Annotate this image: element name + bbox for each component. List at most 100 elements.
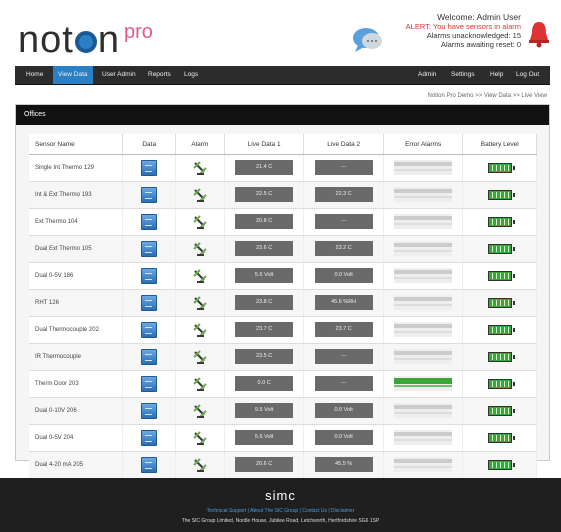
sensor-name[interactable]: Int & Ext Thermo 193: [29, 181, 124, 209]
live-data-2-cell: 0.0 Volt: [303, 397, 384, 425]
battery-icon: [487, 405, 515, 416]
sensor-name[interactable]: Dual Ext Thermo 105: [29, 235, 124, 263]
sensor-name[interactable]: RHT 126: [29, 289, 124, 317]
sensor-name[interactable]: IR Thermocouple: [29, 343, 124, 371]
alarm-cell: [175, 262, 225, 290]
live-data-2-cell: ---: [303, 370, 384, 398]
live-data-2-cell: ---: [303, 154, 384, 182]
live-data-2-value: ---: [314, 160, 373, 176]
live-data-2-value: 23.7 C: [314, 322, 373, 338]
battery-icon: [487, 216, 515, 227]
satellite-antenna-icon[interactable]: [192, 241, 208, 257]
header-data: Data: [122, 134, 176, 155]
live-data-1-cell: 20.8 C: [224, 208, 305, 236]
table-row: Dual Ext Thermo 105 23.6 C 23.2 C: [29, 235, 537, 263]
battery-icon: [487, 351, 515, 362]
chart-icon[interactable]: [141, 402, 158, 419]
chart-icon[interactable]: [141, 213, 158, 230]
header-sensor-name[interactable]: Sensor Name: [29, 134, 124, 155]
satellite-antenna-icon[interactable]: [192, 430, 208, 446]
live-data-1-cell: 9.5 Volt: [224, 397, 305, 425]
chart-icon[interactable]: [141, 348, 158, 365]
notion-pro-logo[interactable]: not n pro: [18, 12, 153, 60]
satellite-antenna-icon[interactable]: [192, 295, 208, 311]
nav-view-data[interactable]: View Data: [53, 66, 93, 84]
nav-admin[interactable]: Admin: [413, 66, 441, 84]
header-alarm: Alarm: [175, 134, 225, 155]
live-data-1-cell: 23.6 C: [224, 235, 305, 263]
sensor-name[interactable]: Therm Door 203: [29, 370, 124, 398]
live-data-1-value: 23.8 C: [235, 295, 294, 311]
sensor-name[interactable]: Dual Thermocouple 202: [29, 316, 124, 344]
live-data-2-cell: 23.2 C: [303, 235, 384, 263]
alarm-bell-icon[interactable]: [527, 20, 551, 48]
satellite-antenna-icon[interactable]: [192, 268, 208, 284]
table-row: Single Int Thermo 129 21.4 C ---: [29, 154, 537, 182]
satellite-antenna-icon[interactable]: [192, 457, 208, 473]
alert-text[interactable]: ALERT: You have sensors in alarm: [351, 22, 521, 31]
sensor-name[interactable]: Dual 0-10V 206: [29, 397, 124, 425]
live-data-2-value: ---: [314, 376, 373, 392]
satellite-antenna-icon[interactable]: [192, 403, 208, 419]
chart-icon[interactable]: [141, 321, 158, 338]
live-data-2-cell: 45.5 %: [303, 451, 384, 479]
alarms-awaiting-reset: Alarms awaiting reset: 0: [440, 40, 521, 49]
satellite-antenna-icon[interactable]: [192, 349, 208, 365]
sensor-name[interactable]: Dual 0-5V 204: [29, 424, 124, 452]
nav-settings[interactable]: Settings: [446, 66, 480, 84]
footer-links[interactable]: Technical Support | About The SIC Group …: [0, 508, 561, 514]
satellite-antenna-icon[interactable]: [192, 187, 208, 203]
chart-icon[interactable]: [141, 456, 158, 473]
chart-icon[interactable]: [141, 159, 158, 176]
satellite-antenna-icon[interactable]: [192, 322, 208, 338]
data-cell: [122, 235, 176, 263]
battery-cell: [462, 316, 537, 344]
nav-logs[interactable]: Logs: [179, 66, 203, 84]
sensor-name[interactable]: Ext Thermo 104: [29, 208, 124, 236]
nav-log-out[interactable]: Log Out: [511, 66, 544, 84]
satellite-antenna-icon[interactable]: [192, 214, 208, 230]
header-error-alarms: Error Alarms: [383, 134, 464, 155]
live-data-1-value: 22.5 C: [235, 187, 294, 203]
table-row: Int & Ext Thermo 193 22.5 C 22.3 C: [29, 181, 537, 209]
nav-help[interactable]: Help: [485, 66, 508, 84]
alarm-cell: [175, 181, 225, 209]
error-alarms-cell: [383, 181, 464, 209]
table-row: Dual 0-10V 206 9.5 Volt 0.0 Volt: [29, 397, 537, 425]
sensor-name[interactable]: Dual 0-5V 186: [29, 262, 124, 290]
chart-icon[interactable]: [141, 375, 158, 392]
satellite-antenna-icon[interactable]: [192, 376, 208, 392]
chart-icon[interactable]: [141, 240, 158, 257]
sensor-name[interactable]: Single Int Thermo 129: [29, 154, 124, 182]
breadcrumb[interactable]: Notion Pro Demo >> View Data >> Live Vie…: [427, 93, 547, 99]
alarm-cell: [175, 370, 225, 398]
chart-icon[interactable]: [141, 294, 158, 311]
alarm-cell: [175, 235, 225, 263]
live-data-2-value: 0.0 Volt: [314, 430, 373, 446]
error-alarms-cell: [383, 343, 464, 371]
footer: simc Technical Support | About The SIC G…: [0, 478, 561, 532]
battery-cell: [462, 397, 537, 425]
error-alarm-indicator: [394, 430, 453, 446]
live-data-1-cell: 0.0 C: [224, 370, 305, 398]
chart-icon[interactable]: [141, 429, 158, 446]
nav-user-admin[interactable]: User Admin: [97, 66, 141, 84]
error-alarm-indicator: [394, 349, 453, 365]
nav-home[interactable]: Home: [21, 66, 48, 84]
battery-icon: [487, 378, 515, 389]
sensor-name[interactable]: Dual 4-20 mA 205: [29, 451, 124, 479]
error-alarm-indicator: [394, 322, 453, 338]
chart-icon[interactable]: [141, 186, 158, 203]
satellite-antenna-icon[interactable]: [192, 160, 208, 176]
chart-icon[interactable]: [141, 267, 158, 284]
error-alarm-indicator: [394, 214, 453, 230]
battery-icon: [487, 270, 515, 281]
table-row: Ext Thermo 104 20.8 C ---: [29, 208, 537, 236]
battery-icon: [487, 189, 515, 200]
error-alarm-indicator: [394, 187, 453, 203]
error-alarms-cell: [383, 154, 464, 182]
nav-reports[interactable]: Reports: [143, 66, 176, 84]
simc-logo: simc: [265, 488, 296, 503]
live-data-2-cell: 23.7 C: [303, 316, 384, 344]
live-data-1-value: 21.4 C: [235, 160, 294, 176]
